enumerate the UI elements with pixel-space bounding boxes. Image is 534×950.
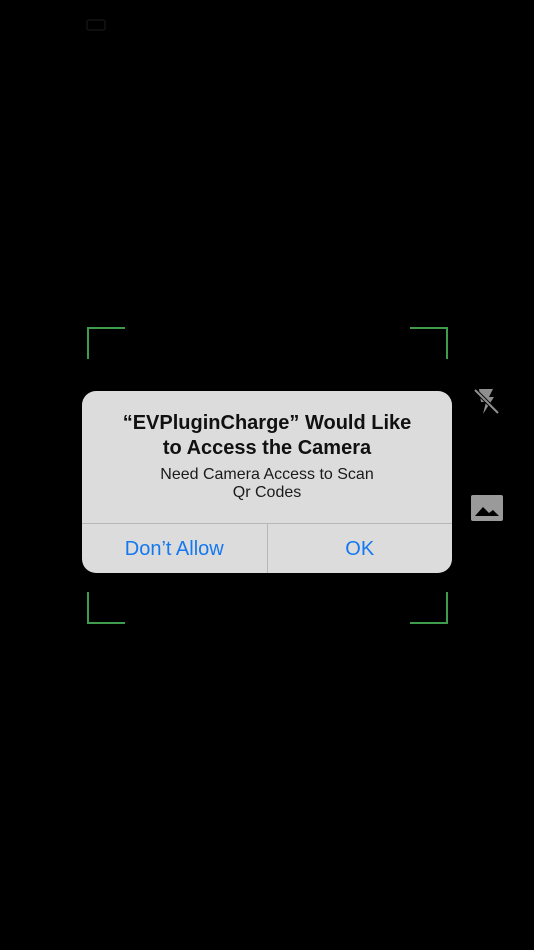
ok-button[interactable]: OK bbox=[266, 524, 453, 573]
gallery-button[interactable] bbox=[468, 491, 506, 525]
flash-off-icon bbox=[473, 388, 500, 415]
qr-scanner-screen: “EVPluginCharge” Would Like to Access th… bbox=[0, 0, 534, 950]
alert-title: “EVPluginCharge” Would Like to Access th… bbox=[122, 412, 412, 459]
scan-frame-corner-bottom-left bbox=[87, 592, 125, 624]
scan-frame-corner-bottom-right bbox=[410, 592, 448, 624]
flash-toggle-button[interactable] bbox=[468, 383, 504, 419]
scan-frame-corner-top-right bbox=[410, 327, 448, 359]
camera-permission-alert: “EVPluginCharge” Would Like to Access th… bbox=[82, 391, 452, 573]
alert-content: “EVPluginCharge” Would Like to Access th… bbox=[82, 391, 452, 523]
photo-library-icon bbox=[471, 495, 503, 521]
scan-frame-corner-top-left bbox=[87, 327, 125, 359]
dont-allow-button[interactable]: Don’t Allow bbox=[82, 524, 267, 573]
alert-message: Need Camera Access to Scan Qr Codes bbox=[160, 466, 374, 501]
status-indicator-icon bbox=[86, 19, 106, 31]
alert-actions: Don’t Allow OK bbox=[82, 523, 452, 573]
